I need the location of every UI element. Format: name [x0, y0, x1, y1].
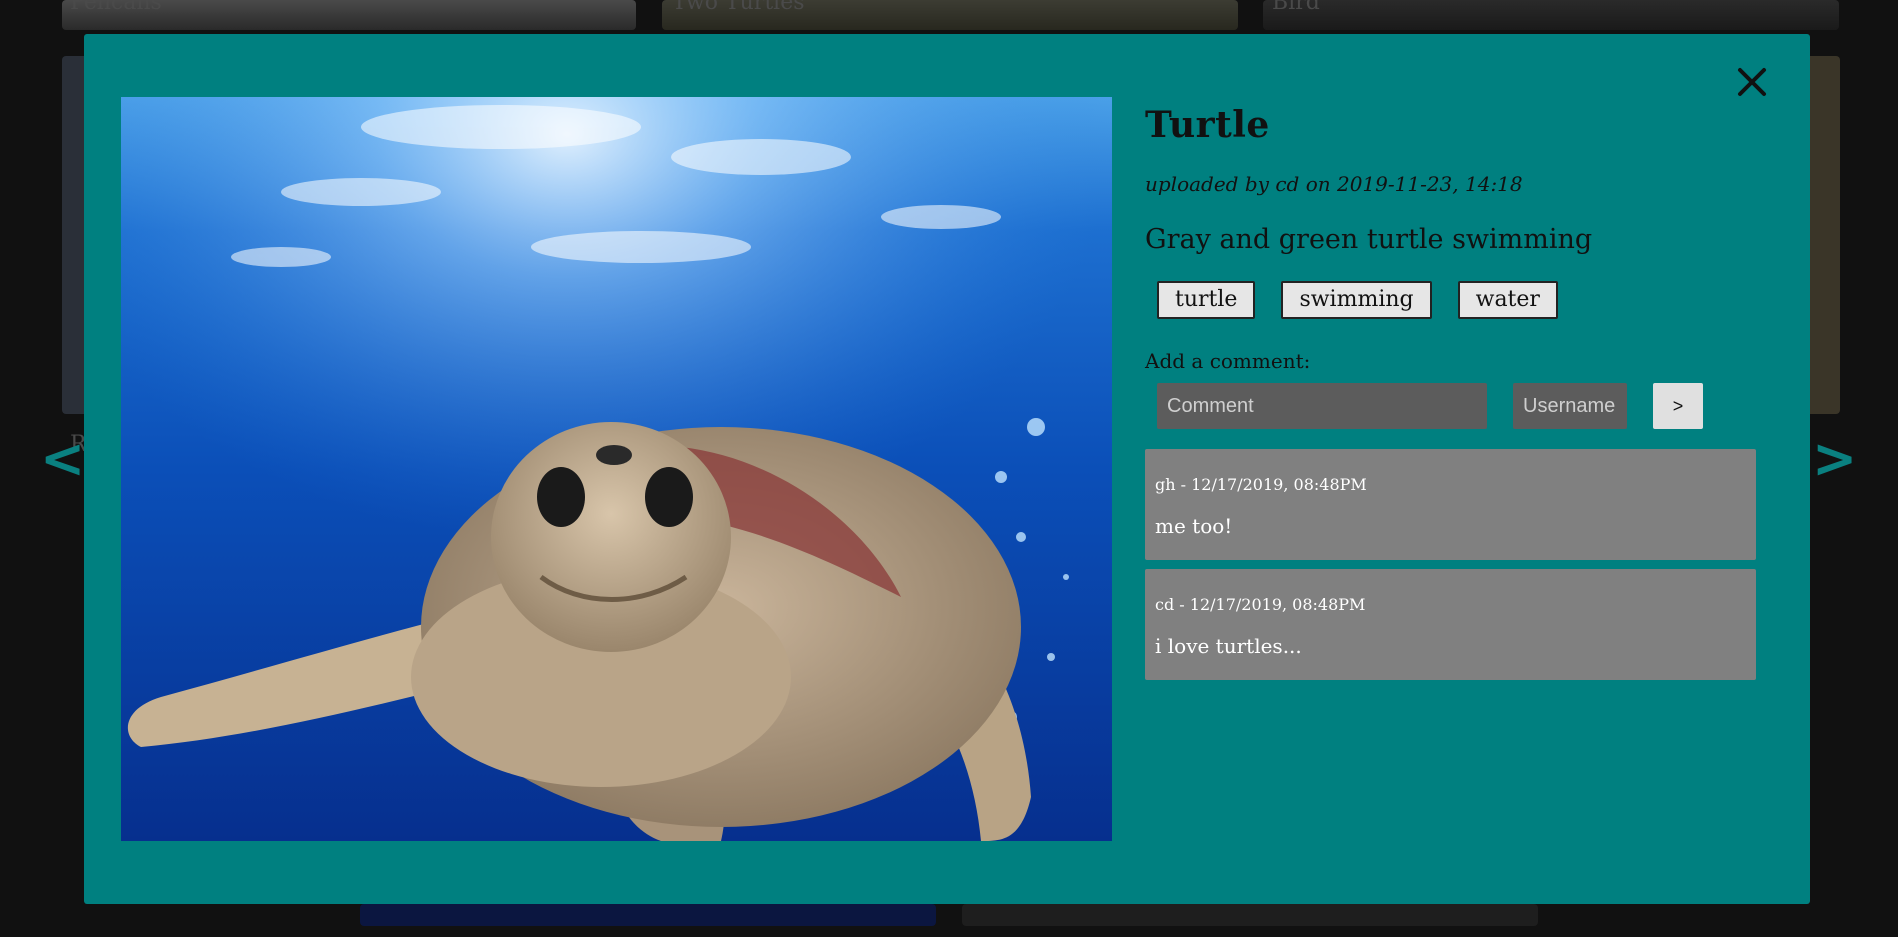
comment-text: me too! — [1155, 514, 1233, 538]
comment-text: i love turtles... — [1155, 634, 1302, 658]
comment-input[interactable]: Comment — [1157, 383, 1487, 429]
previous-arrow[interactable]: < — [40, 432, 85, 486]
meta-prefix: uploaded by — [1145, 172, 1269, 196]
turtle-image — [121, 97, 1112, 841]
submit-comment-button[interactable]: > — [1653, 383, 1703, 429]
image-title: Turtle — [1145, 104, 1270, 146]
add-comment-label: Add a comment: — [1145, 349, 1311, 373]
comment-list: gh - 12/17/2019, 08:48PM me too! cd - 12… — [1145, 449, 1756, 680]
tag-swimming[interactable]: swimming — [1281, 281, 1432, 319]
tag-turtle[interactable]: turtle — [1157, 281, 1256, 319]
meta-user: cd — [1275, 172, 1300, 196]
image-info-panel: Turtle uploaded by cd on 2019-11-23, 14:… — [1145, 104, 1765, 689]
tag-water[interactable]: water — [1457, 281, 1558, 319]
comment-author-time: cd - 12/17/2019, 08:48PM — [1155, 595, 1366, 614]
comment-item: gh - 12/17/2019, 08:48PM me too! — [1145, 449, 1756, 560]
next-arrow[interactable]: > — [1812, 432, 1857, 486]
close-button[interactable] — [1732, 62, 1772, 102]
image-detail-modal: Turtle uploaded by cd on 2019-11-23, 14:… — [84, 34, 1810, 904]
close-icon — [1738, 68, 1766, 96]
comment-author-time: gh - 12/17/2019, 08:48PM — [1155, 475, 1367, 494]
tag-list: turtle swimming water — [1157, 281, 1765, 319]
upload-meta: uploaded by cd on 2019-11-23, 14:18 — [1145, 172, 1765, 196]
comment-item: cd - 12/17/2019, 08:48PM i love turtles.… — [1145, 569, 1756, 680]
meta-on: on — [1305, 172, 1331, 196]
username-input[interactable]: Username — [1513, 383, 1627, 429]
image-description: Gray and green turtle swimming — [1145, 224, 1593, 255]
meta-date: 2019-11-23, 14:18 — [1336, 172, 1523, 196]
turtle-photo — [121, 97, 1112, 841]
comment-form: Comment Username > — [1157, 383, 1765, 429]
